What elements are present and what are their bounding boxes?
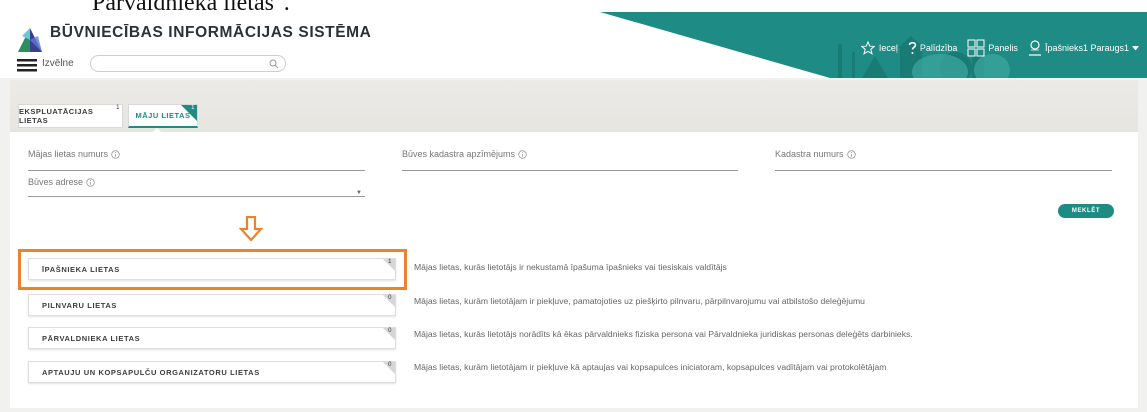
info-icon[interactable] <box>86 177 95 187</box>
search-button[interactable]: MEKLĒT <box>1058 204 1114 218</box>
menu-label[interactable]: Izvēlne <box>42 58 74 69</box>
help-link[interactable]: Palīdzība <box>920 43 958 53</box>
info-icon[interactable] <box>518 149 527 159</box>
building-cadastre-label: Būves kadastra apzīmējums <box>402 149 527 159</box>
label-text: Būves kadastra apzīmējums <box>402 149 516 159</box>
label-text: Būves adrese <box>28 177 84 187</box>
search-icon[interactable] <box>269 59 279 69</box>
favorites-link[interactable]: Ieceļ <box>879 43 898 53</box>
tab-badge: 1 <box>191 105 195 111</box>
hamburger-menu-icon[interactable] <box>17 57 37 73</box>
star-icon[interactable] <box>860 41 875 55</box>
building-address-select[interactable] <box>28 196 365 197</box>
category-count: 0 <box>388 295 392 301</box>
label-text: Kadastra numurs <box>775 149 844 159</box>
building-cadastre-input[interactable] <box>402 170 738 171</box>
tab-label: EKSPLUATĀCIJAS LIETAS <box>19 107 94 125</box>
category-description: Mājas lietas, kurās lietotājs norādīts k… <box>414 329 913 339</box>
category-count: 0 <box>388 362 392 368</box>
category-count: 0 <box>388 328 392 334</box>
info-icon[interactable] <box>111 149 120 159</box>
tab-ekspluatacijas-lietas[interactable]: EKSPLUATĀCIJAS LIETAS 1 <box>18 104 123 128</box>
search-input[interactable] <box>90 55 286 72</box>
category-label: APTAUJU UN KOPSAPULČU ORGANIZATORU LIETA… <box>42 367 260 377</box>
app-title: BŪVNIECĪBAS INFORMĀCIJAS SISTĒMA <box>50 24 372 41</box>
dashboard-grid-icon[interactable] <box>967 39 985 57</box>
annotation-highlight-box <box>18 249 407 290</box>
category-label: PĀRVALDNIEKA LIETAS <box>42 333 141 343</box>
label-text: Mājas lietas numurs <box>28 149 109 159</box>
logo-icon <box>18 28 42 52</box>
category-power-of-attorney-cases[interactable]: PILNVARU LIETAS 0 <box>28 294 396 316</box>
info-icon[interactable] <box>846 149 856 159</box>
down-arrow-icon <box>239 216 263 242</box>
category-manager-cases[interactable]: PĀRVALDNIEKA LIETAS 0 <box>28 327 396 349</box>
cadastre-number-input[interactable] <box>775 170 1112 171</box>
category-survey-meeting-organizer-cases[interactable]: APTAUJU UN KOPSAPULČU ORGANIZATORU LIETA… <box>28 361 396 383</box>
category-description: Mājas lietas, kurās lietotājs ir nekusta… <box>414 262 727 272</box>
building-address-label: Būves adrese <box>28 177 95 187</box>
chevron-down-icon[interactable] <box>1132 45 1139 51</box>
question-icon[interactable] <box>908 41 917 55</box>
cadastre-number-label: Kadastra numurs <box>775 149 856 159</box>
category-description: Mājas lietas, kurām lietotājam ir piekļu… <box>414 362 887 372</box>
tab-maju-lietas[interactable]: MĀJU LIETAS 1 <box>128 104 198 128</box>
app-header: BŪVNIECĪBAS INFORMĀCIJAS SISTĒMA Izvēlne <box>0 12 1147 90</box>
house-case-number-input[interactable] <box>28 170 365 171</box>
dropdown-caret-icon[interactable]: ▼ <box>356 190 362 196</box>
user-navigation: Ieceļ Palīdzība Panelis Īpašnieks1 Parau… <box>860 38 1139 58</box>
category-label: PILNVARU LIETAS <box>42 300 117 310</box>
house-case-number-label: Mājas lietas numurs <box>28 149 120 159</box>
category-description: Mājas lietas, kurām lietotājam ir piekļu… <box>414 296 865 306</box>
user-icon[interactable] <box>1028 40 1042 56</box>
tab-badge: 1 <box>116 105 120 111</box>
panel-link[interactable]: Panelis <box>988 43 1018 53</box>
user-menu[interactable]: Īpašnieks1 Paraugs1 <box>1045 43 1129 53</box>
